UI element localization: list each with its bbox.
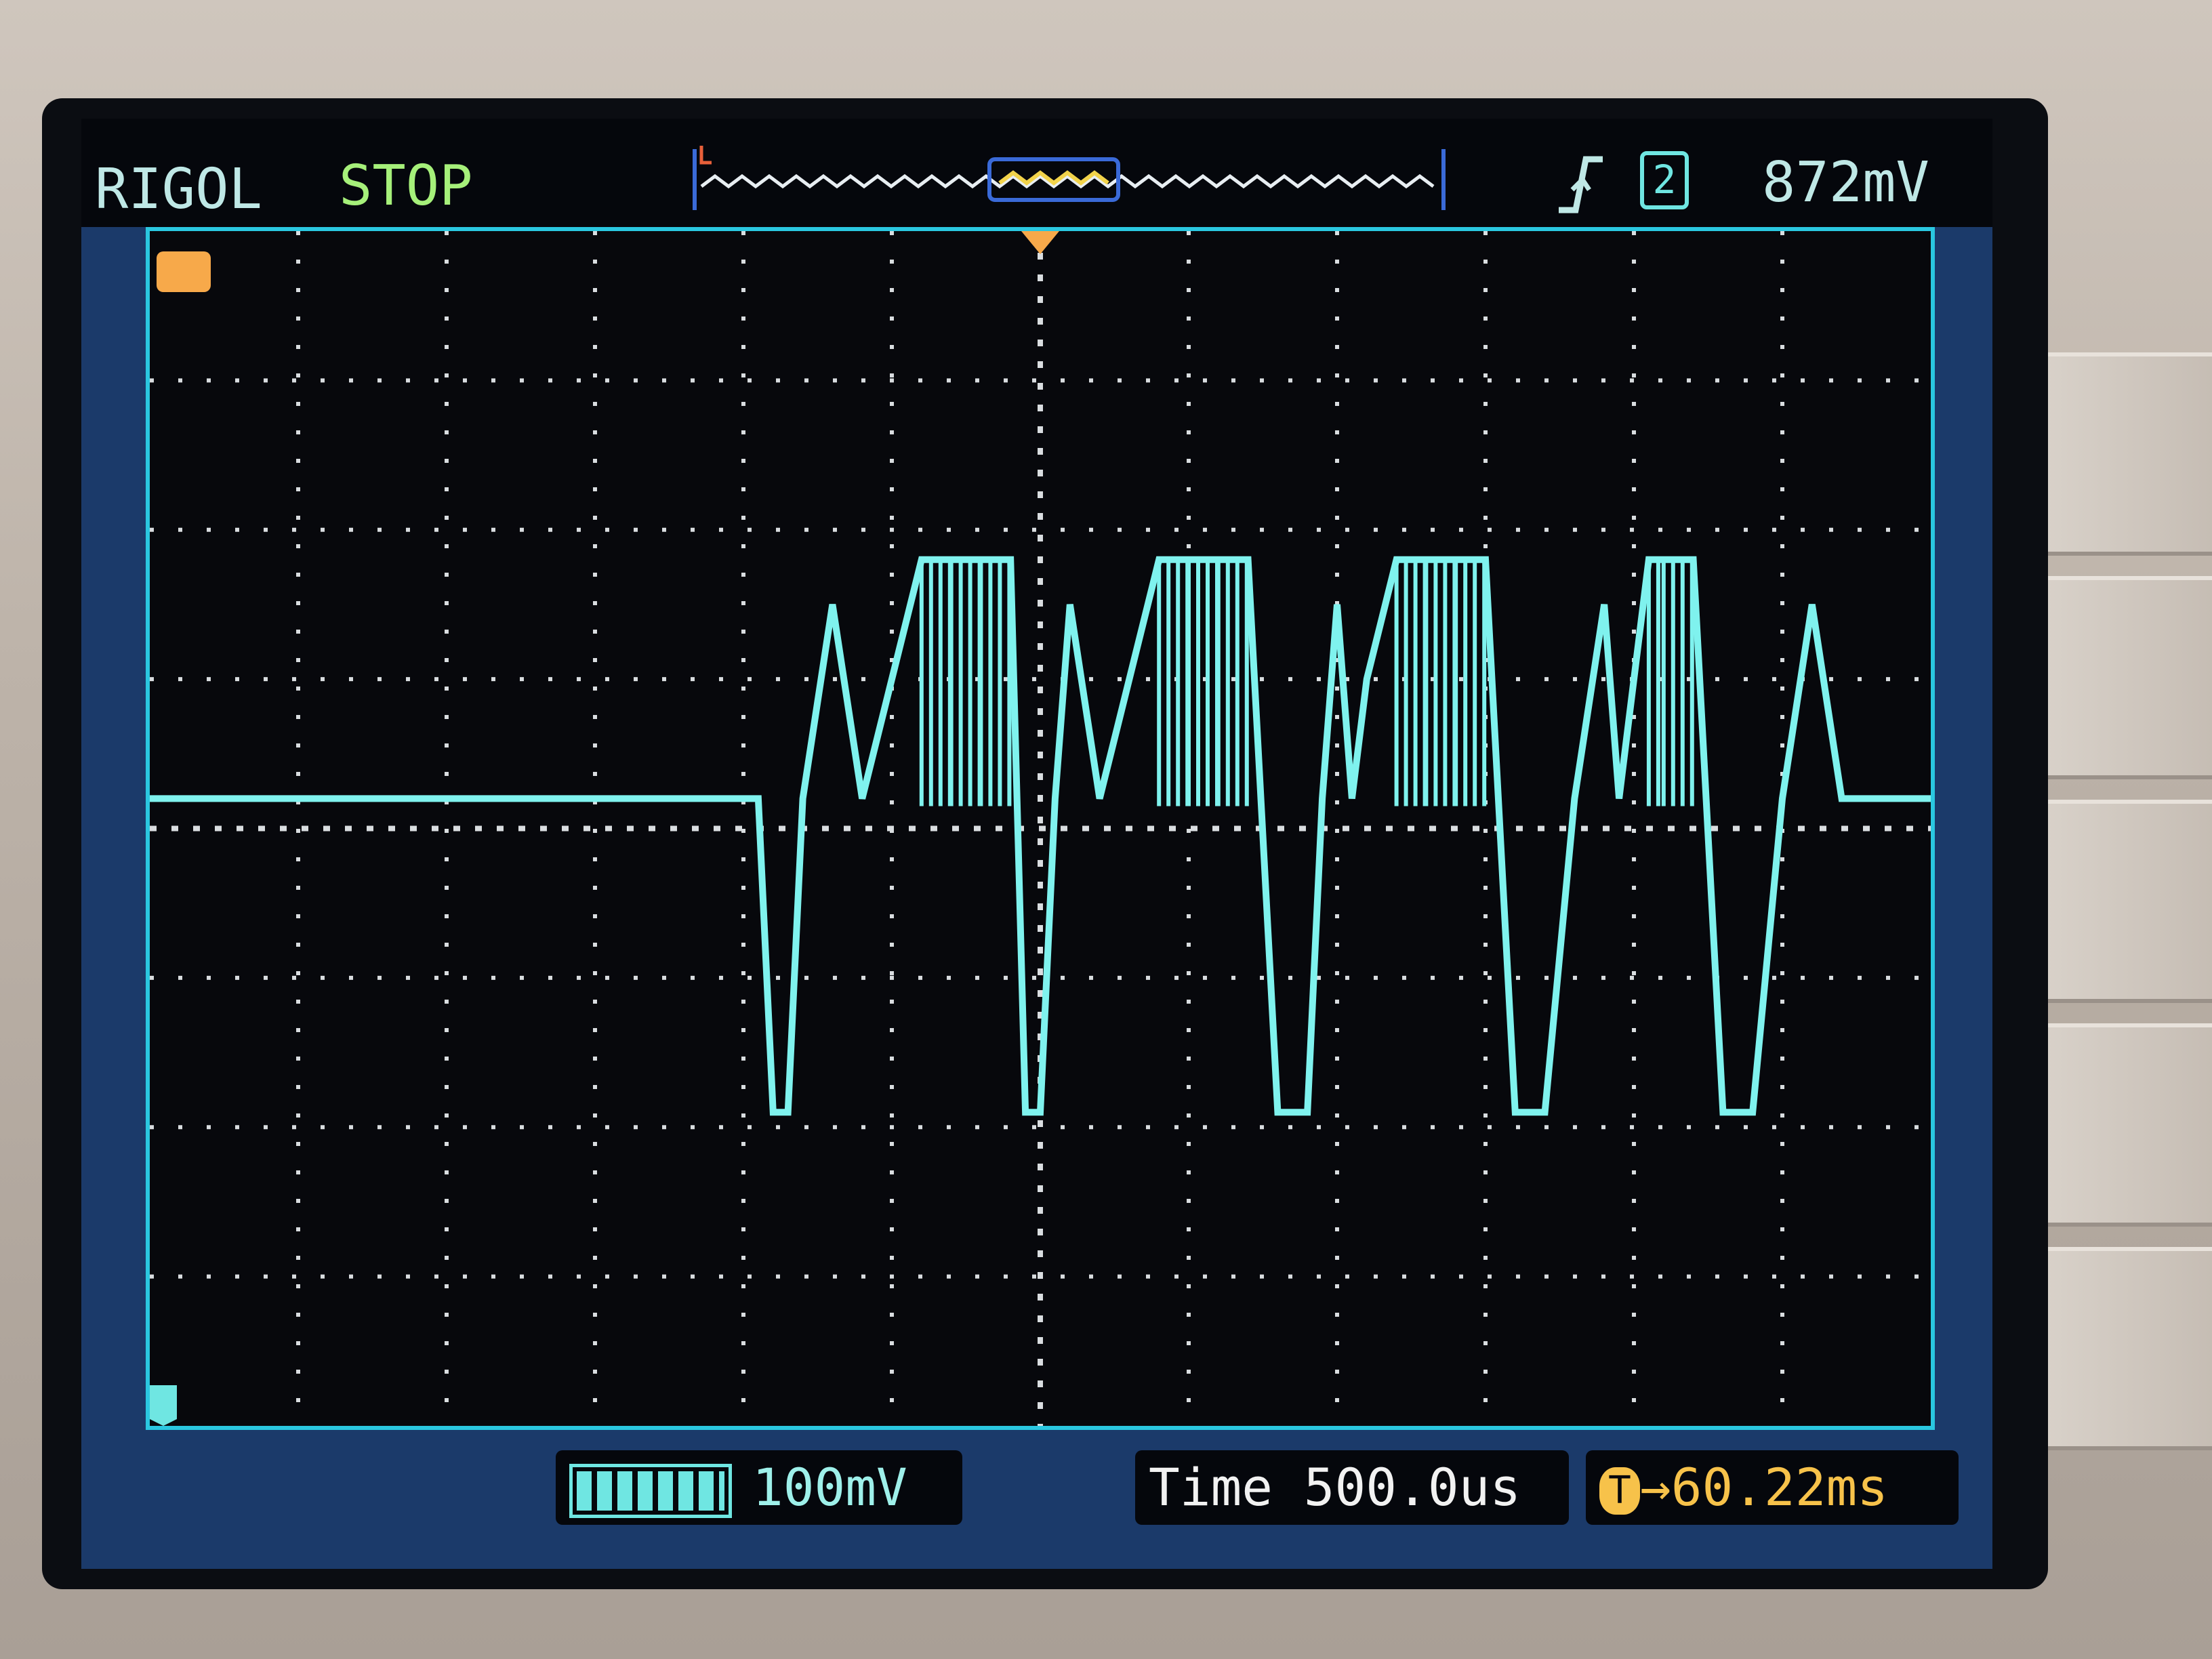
trigger-position-marker[interactable] [1021, 231, 1059, 254]
soft-key-4[interactable] [2040, 1023, 2212, 1227]
timebase-value: 500.0us [1303, 1457, 1521, 1517]
soft-key-5[interactable] [2040, 1247, 2212, 1450]
waveform-plot [150, 231, 1931, 1426]
soft-key-1[interactable] [2040, 352, 2212, 556]
soft-key-2[interactable] [2040, 576, 2212, 779]
oscilloscope-screen: RIGOL STOP 2 872mV 100mV Time 500.0us T … [81, 119, 1992, 1569]
trigger-level-marker[interactable] [157, 251, 211, 292]
timebase-box[interactable]: Time 500.0us [1135, 1450, 1569, 1525]
trigger-channel-badge: 2 [1640, 151, 1689, 209]
channel-1-scale: 100mV [752, 1457, 907, 1517]
soft-key-column [2040, 352, 2212, 1504]
channel-1-trace [150, 556, 1931, 1116]
channel-1-ground-marker[interactable] [150, 1385, 177, 1426]
channel-1-icon [569, 1464, 732, 1518]
graticule [150, 231, 1931, 1426]
status-bar: RIGOL STOP 2 872mV [81, 119, 1992, 227]
trigger-offset-value: →60.22ms [1640, 1457, 1889, 1517]
waveform-display [146, 227, 1935, 1430]
run-state-indicator[interactable]: STOP [339, 152, 472, 220]
trigger-level-value: 872mV [1762, 150, 1929, 215]
memory-depth-indicator [693, 146, 1446, 210]
rising-edge-icon [1559, 156, 1603, 213]
memory-waveform [700, 173, 1435, 189]
trigger-offset-box[interactable]: T →60.22ms [1586, 1450, 1959, 1525]
bottom-info-bar: 100mV Time 500.0us T →60.22ms [81, 1430, 1992, 1569]
channel-1-scale-box[interactable]: 100mV [556, 1450, 962, 1525]
soft-key-3[interactable] [2040, 800, 2212, 1003]
timebase-label: Time [1149, 1457, 1273, 1517]
trigger-offset-prefix-icon: T [1599, 1467, 1640, 1515]
brand-label: RIGOL [95, 157, 262, 222]
